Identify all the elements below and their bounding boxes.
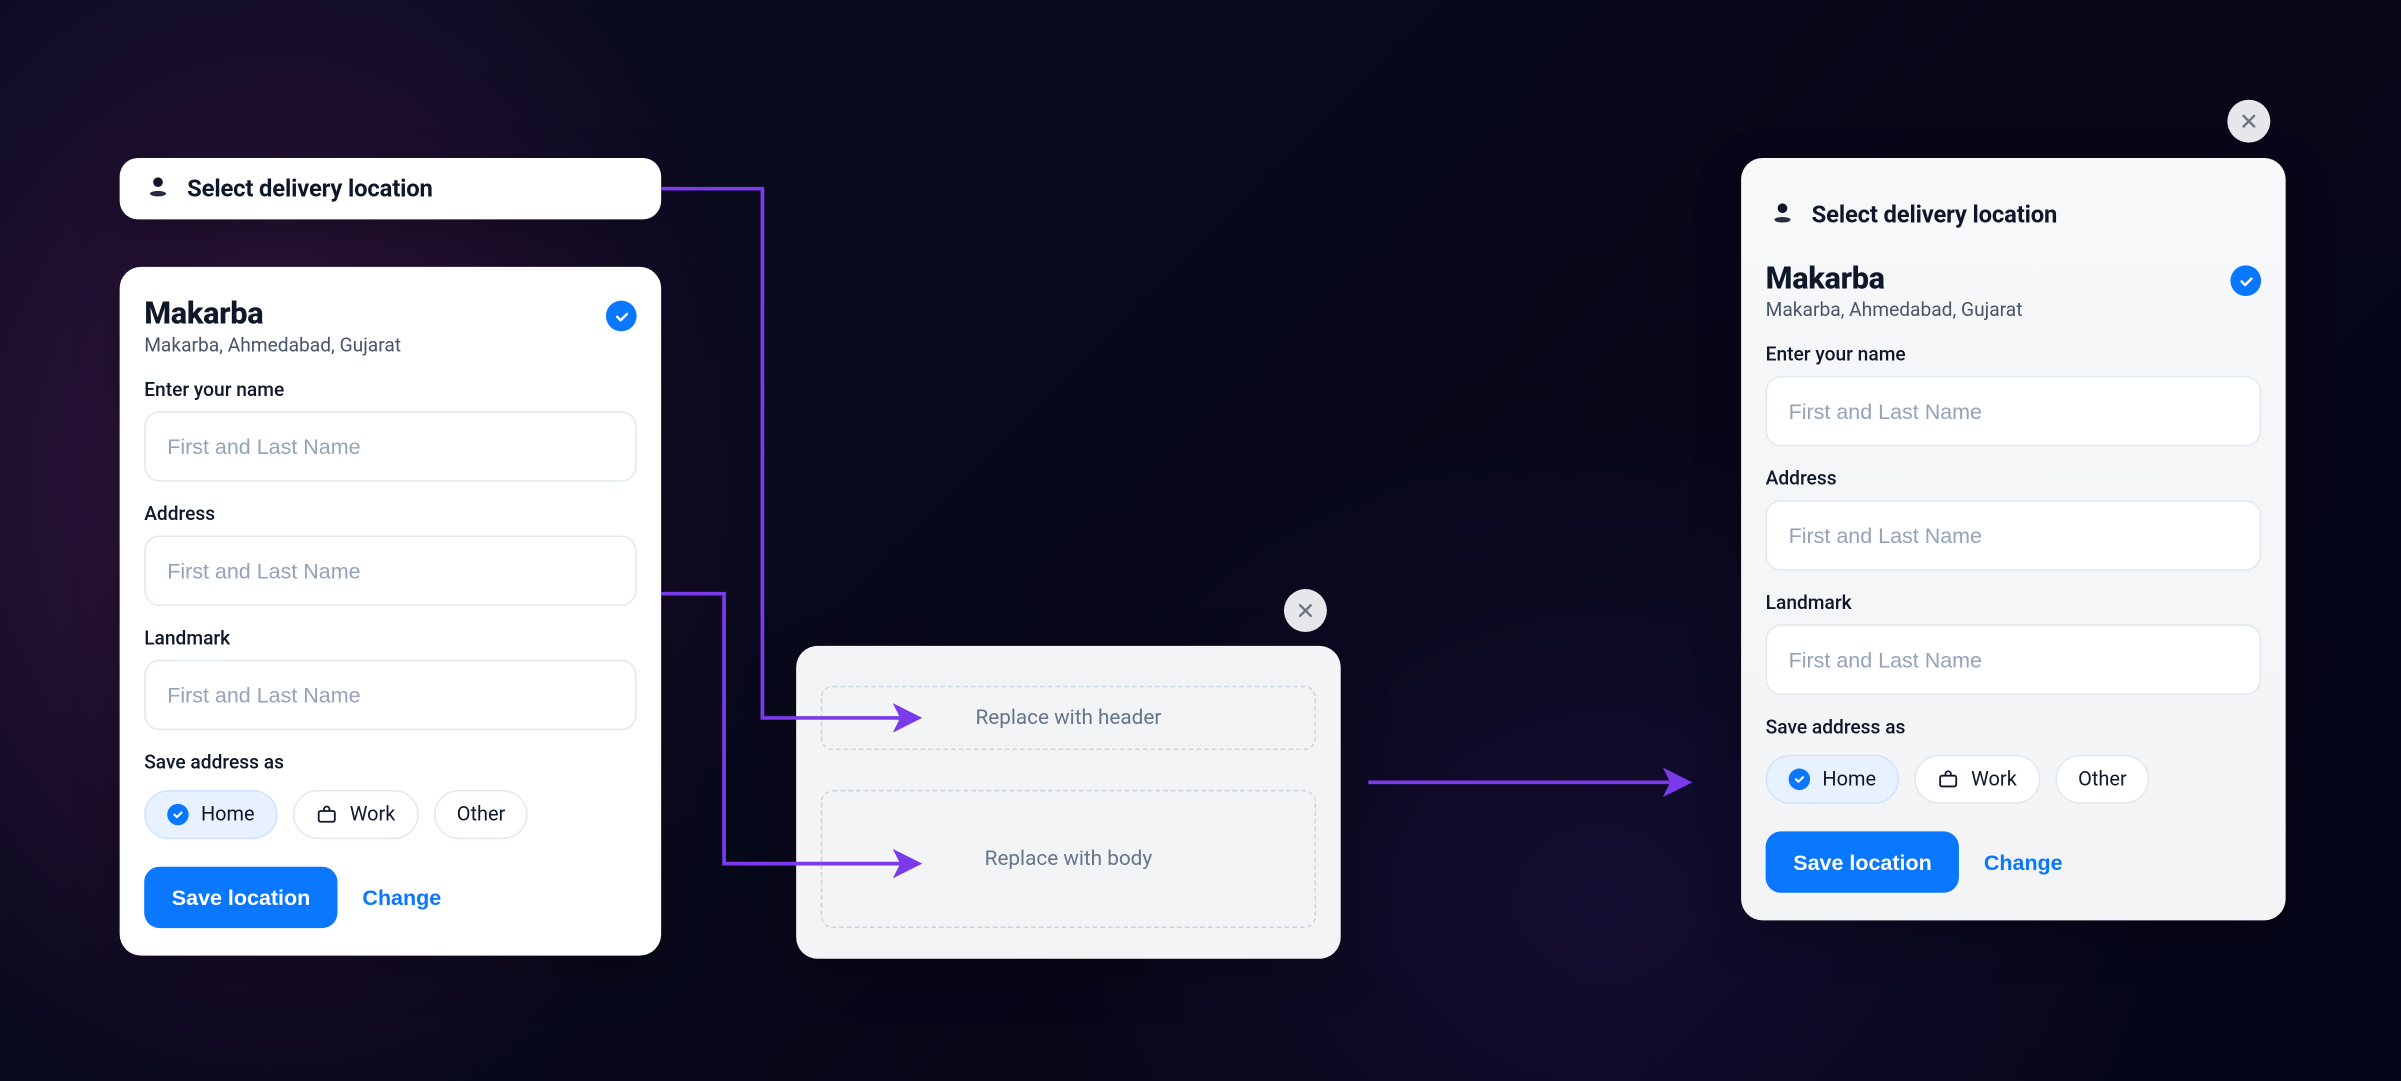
location-subtitle: Makarba, Ahmedabad, Gujarat (144, 334, 401, 357)
landmark-input[interactable] (1766, 624, 2261, 695)
name-input[interactable] (1766, 376, 2261, 447)
chip-work-label: Work (1971, 768, 2017, 791)
name-label: Enter your name (144, 379, 636, 402)
location-subtitle: Makarba, Ahmedabad, Gujarat (1766, 299, 2023, 322)
chip-home-label: Home (1822, 768, 1876, 791)
header-title: Select delivery location (187, 175, 433, 203)
skeleton-header-text: Replace with header (975, 706, 1161, 731)
save-location-button[interactable]: Save location (1766, 831, 1960, 892)
chip-other[interactable]: Other (434, 790, 529, 839)
chip-home[interactable]: Home (1766, 755, 1899, 804)
address-label: Address (1766, 468, 2261, 491)
close-icon[interactable] (2227, 100, 2270, 143)
save-location-button[interactable]: Save location (144, 867, 338, 928)
check-icon (1789, 769, 1810, 790)
checkmark-badge-icon (2230, 265, 2261, 296)
chip-other-label: Other (2078, 768, 2127, 791)
change-link[interactable]: Change (1984, 850, 2063, 875)
address-label: Address (144, 503, 636, 526)
chip-home-label: Home (201, 803, 255, 826)
chip-other[interactable]: Other (2055, 755, 2150, 804)
save-as-label: Save address as (144, 752, 636, 775)
map-pin-icon (144, 172, 172, 206)
skeleton-body-text: Replace with body (985, 847, 1152, 872)
address-input[interactable] (1766, 500, 2261, 571)
chip-home[interactable]: Home (144, 790, 277, 839)
chip-work[interactable]: Work (1914, 755, 2039, 804)
landmark-input[interactable] (144, 660, 636, 731)
close-icon[interactable] (1284, 589, 1327, 632)
header-card-left: Select delivery location (120, 158, 662, 219)
skeleton-header-slot: Replace with header (821, 686, 1316, 750)
chip-work-label: Work (350, 803, 396, 826)
address-input[interactable] (144, 535, 636, 606)
checkmark-badge-icon (606, 301, 637, 332)
name-input[interactable] (144, 411, 636, 482)
location-name: Makarba (144, 295, 401, 332)
check-icon (167, 804, 188, 825)
save-as-label: Save address as (1766, 716, 2261, 739)
briefcase-icon (316, 804, 337, 825)
header-title: Select delivery location (1812, 201, 2058, 229)
composed-card: Select delivery location Makarba Makarba… (1741, 158, 2286, 920)
landmark-label: Landmark (144, 627, 636, 650)
skeleton-card: Replace with header Replace with body (796, 646, 1341, 959)
landmark-label: Landmark (1766, 592, 2261, 615)
chip-other-label: Other (457, 803, 506, 826)
name-label: Enter your name (1766, 344, 2261, 367)
body-card-left: Makarba Makarba, Ahmedabad, Gujarat Ente… (120, 267, 662, 956)
skeleton-body-slot: Replace with body (821, 790, 1316, 928)
location-name: Makarba (1766, 259, 2023, 296)
briefcase-icon (1937, 769, 1958, 790)
change-link[interactable]: Change (362, 885, 441, 910)
map-pin-icon (1769, 198, 1797, 232)
chip-work[interactable]: Work (293, 790, 418, 839)
